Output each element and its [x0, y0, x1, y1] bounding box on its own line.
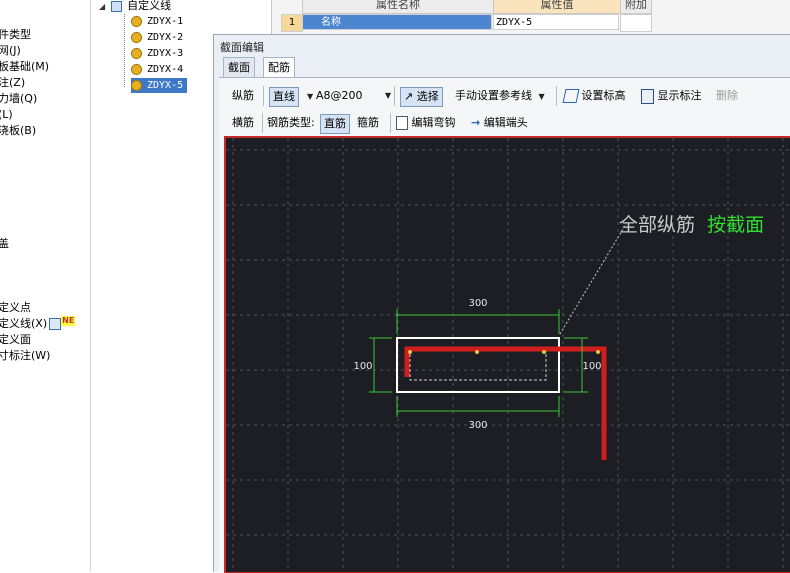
collapse-arrow-icon[interactable]: ◢: [99, 2, 105, 11]
gear-icon: [131, 15, 142, 27]
dimension-lines: [369, 309, 588, 417]
tree-item[interactable]: ZDYX-2: [131, 30, 183, 45]
ref-line-label: 手动设置参考线: [455, 89, 532, 102]
elevation-icon: [562, 89, 580, 103]
dim-label-top: 300: [468, 298, 487, 309]
show-annotation-label: 显示标注: [657, 89, 702, 102]
property-grid: 属性名称 属性值 附加 1 名称 ZDYX-5: [272, 0, 790, 34]
dialog-title: 截面编辑: [220, 41, 264, 54]
gear-icon: [131, 79, 142, 91]
edit-end-button[interactable]: → 编辑端头: [471, 113, 528, 133]
nav-item-beam[interactable]: (L): [0, 107, 13, 123]
mode-value: 直线: [273, 90, 295, 103]
rebar-type-label: 钢筋类型:: [267, 116, 315, 129]
tree-item-label: ZDYX-5: [147, 80, 184, 91]
tree-item[interactable]: ZDYX-1: [131, 14, 183, 29]
longitudinal-button[interactable]: 纵筋: [232, 86, 254, 106]
rebar-point: [596, 350, 600, 354]
nav-item-custom-point[interactable]: 定义点: [0, 300, 31, 316]
dim-label-left: 100: [353, 361, 372, 372]
edit-bend-label: 编辑弯钩: [411, 116, 456, 129]
tree-root[interactable]: ◢ 自定义线: [99, 0, 171, 14]
tree-item[interactable]: ZDYX-4: [131, 62, 183, 77]
tree-item-label: ZDYX-2: [147, 32, 184, 43]
tree-item-selected[interactable]: ZDYX-5: [131, 78, 188, 93]
select-label: 选择: [416, 90, 439, 103]
dim-label-right: 100: [582, 361, 601, 372]
chevron-down-icon: ▼: [538, 92, 545, 101]
mode-dropdown[interactable]: 直线: [269, 87, 299, 107]
nav-item-custom-face[interactable]: 定义面: [0, 332, 31, 348]
nav-item-cover[interactable]: 盖: [0, 236, 9, 252]
edit-bend-button[interactable]: 编辑弯钩: [396, 113, 456, 133]
grid-lines: [226, 138, 790, 572]
nav-item-custom-line-label: 定义线(X): [0, 317, 48, 330]
tree-item-label: ZDYX-1: [147, 16, 184, 27]
new-badge: NE: [61, 316, 76, 326]
dim-label-bottom: 300: [468, 420, 487, 431]
col-header-name: 属性名称: [302, 0, 494, 14]
cover-line: [409, 349, 547, 381]
show-annotation-button[interactable]: 显示标注: [641, 86, 702, 106]
folder-icon: [110, 0, 122, 12]
nav-item-dimension-label[interactable]: 寸标注(W): [0, 348, 50, 364]
drawing-canvas[interactable]: 300 300 100 100 全部纵筋 按截面: [224, 136, 790, 573]
set-elevation-label: 设置标高: [581, 89, 626, 102]
rebar-point: [408, 350, 412, 354]
select-button[interactable]: ↗ 选择: [400, 87, 443, 107]
nav-item-component-type[interactable]: 件类型: [0, 27, 31, 43]
cursor-arrow-icon: ↗: [404, 90, 414, 103]
section-outline: [396, 337, 560, 393]
rebar-point: [475, 350, 479, 354]
row-value-cell[interactable]: ZDYX-5: [493, 14, 619, 30]
gear-icon: [131, 63, 142, 75]
left-nav-panel: 件类型 网(J) 板基础(M) 注(Z) 力墙(Q) (L) 浇板(B) 盖 定…: [0, 0, 91, 571]
tree-item-label: ZDYX-3: [147, 48, 184, 59]
rebar-line: [404, 346, 607, 460]
nav-item-shear-wall[interactable]: 力墙(Q): [0, 91, 37, 107]
annotation-highlight: 按截面: [707, 214, 764, 236]
set-elevation-button[interactable]: 设置标高: [562, 86, 626, 106]
nav-item-custom-line[interactable]: 定义线(X) NE: [0, 316, 76, 332]
row-extra-cell[interactable]: [620, 14, 652, 32]
section-edit-dialog: 截面编辑 截面 配筋 纵筋 直线 ▼ A8@200 ▼ ↗ 选择 手动设置参考线…: [213, 34, 790, 573]
transverse-button[interactable]: 横筋: [232, 113, 254, 133]
rebar-spec-value: A8@200: [316, 89, 363, 102]
nav-item-cast-slab[interactable]: 浇板(B): [0, 123, 36, 139]
straight-rebar-button[interactable]: 直筋: [320, 114, 350, 134]
annotation-leader-line: [559, 223, 627, 335]
delete-button[interactable]: 删除: [716, 86, 738, 106]
gear-icon: [131, 47, 142, 59]
gear-icon: [131, 31, 142, 43]
rebar-spec-dropdown[interactable]: A8@200 ▼: [316, 86, 392, 106]
ref-line-dropdown[interactable]: 手动设置参考线 ▼: [455, 86, 545, 106]
dropdown-arrow-icon[interactable]: ▼: [304, 86, 313, 106]
annotation-icon: [641, 88, 654, 104]
grid-icon: [49, 318, 62, 330]
col-header-extra: 附加: [620, 0, 652, 14]
row-name-cell[interactable]: 名称: [302, 14, 492, 30]
tree-item[interactable]: ZDYX-3: [131, 46, 183, 61]
rebar-annotation-label: 全部纵筋 按截面: [619, 214, 764, 236]
chevron-down-icon: ▼: [385, 91, 392, 100]
end-arrow-icon: →: [471, 116, 481, 129]
tree-item-label: ZDYX-4: [147, 64, 184, 75]
edit-end-label: 编辑端头: [483, 116, 528, 129]
tab-reinforcement[interactable]: 配筋: [263, 57, 295, 78]
document-icon: [396, 116, 408, 130]
nav-item-column[interactable]: 注(Z): [0, 75, 25, 91]
tab-section[interactable]: 截面: [223, 57, 255, 77]
col-header-value: 属性值: [493, 0, 621, 14]
canvas-svg: 300 300 100 100 全部纵筋 按截面: [226, 138, 790, 572]
nav-item-grid[interactable]: 网(J): [0, 43, 21, 59]
row-number: 1: [281, 14, 303, 32]
rebar-point: [542, 350, 546, 354]
nav-item-slab-foundation[interactable]: 板基础(M): [0, 59, 49, 75]
tree-root-label: 自定义线: [127, 0, 172, 12]
stirrup-button[interactable]: 箍筋: [357, 113, 379, 133]
annotation-prefix: 全部纵筋: [619, 214, 695, 236]
